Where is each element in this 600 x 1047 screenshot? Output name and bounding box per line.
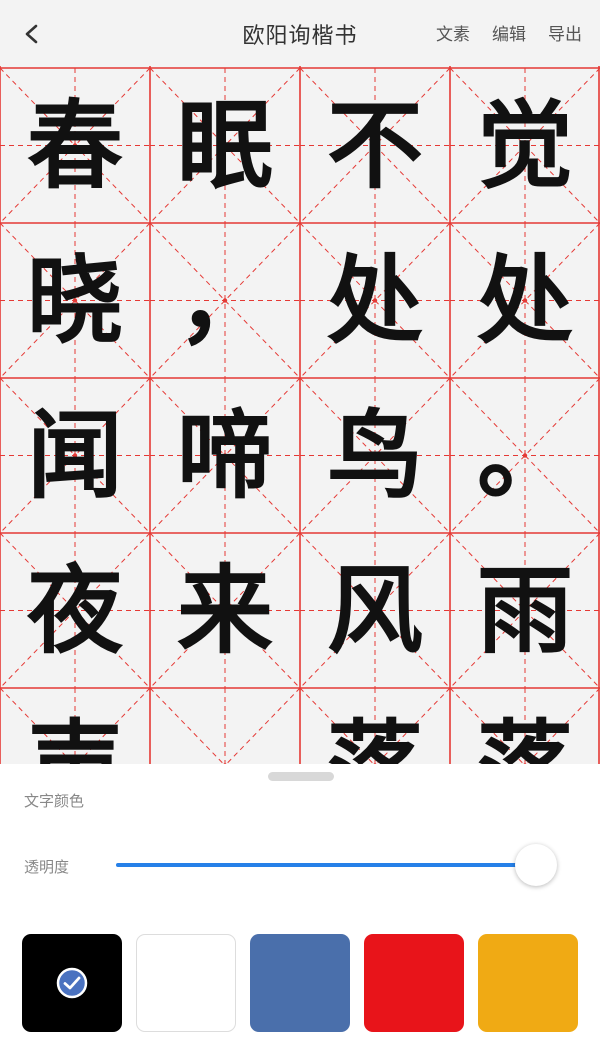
top-bar: 欧阳询楷书 文素 编辑 导出	[0, 0, 600, 66]
grid-character[interactable]: 闻	[0, 378, 150, 533]
grid-character[interactable]: 春	[0, 68, 150, 223]
grid-character[interactable]: 鸟	[300, 378, 450, 533]
grid-character[interactable]: 处	[450, 223, 600, 378]
check-circle-icon	[56, 967, 88, 999]
grid-character[interactable]: 雨	[450, 533, 600, 688]
grid-character[interactable]: 声	[0, 688, 150, 766]
grid-character[interactable]: 觉	[450, 68, 600, 223]
opacity-label: 透明度	[24, 858, 70, 876]
app-root: 欧阳询楷书 文素 编辑 导出 春眠不觉晓，处处闻啼鸟。夜来风雨声落落 文字颜色 …	[0, 0, 600, 1047]
settings-panel: 文字颜色 透明度	[0, 764, 600, 1047]
header-action-export[interactable]: 导出	[548, 20, 582, 45]
text-color-label: 文字颜色	[24, 792, 85, 810]
grid-character[interactable]: 处	[300, 223, 450, 378]
panel-drag-handle[interactable]	[268, 772, 334, 781]
grid-character[interactable]: 眠	[150, 68, 300, 223]
header-action-edit[interactable]: 编辑	[492, 20, 526, 45]
grid-character[interactable]: 夜	[0, 533, 150, 688]
opacity-slider-track[interactable]	[116, 863, 536, 867]
grid-character[interactable]: 不	[300, 68, 450, 223]
header-action-material[interactable]: 文素	[436, 20, 470, 45]
grid-character[interactable]: 风	[300, 533, 450, 688]
grid-character[interactable]: 落	[300, 688, 450, 766]
color-swatch-white[interactable]	[136, 934, 236, 1032]
grid-character[interactable]: 晓	[0, 223, 150, 378]
grid-character[interactable]	[150, 688, 300, 766]
header-actions: 文素 编辑 导出	[436, 20, 582, 45]
opacity-slider[interactable]	[116, 844, 557, 888]
color-swatch-red[interactable]	[364, 934, 464, 1032]
grid-character[interactable]: ，	[150, 223, 300, 378]
grid-character[interactable]: 落	[450, 688, 600, 766]
grid-character[interactable]: 。	[450, 378, 600, 533]
color-swatch-yellow[interactable]	[478, 934, 578, 1032]
color-swatch-blue[interactable]	[250, 934, 350, 1032]
calligraphy-grid[interactable]: 春眠不觉晓，处处闻啼鸟。夜来风雨声落落	[0, 66, 600, 766]
grid-character[interactable]: 啼	[150, 378, 300, 533]
grid-character[interactable]: 来	[150, 533, 300, 688]
opacity-slider-thumb[interactable]	[515, 844, 557, 886]
color-swatch-black[interactable]	[22, 934, 122, 1032]
color-swatches	[22, 934, 578, 1032]
